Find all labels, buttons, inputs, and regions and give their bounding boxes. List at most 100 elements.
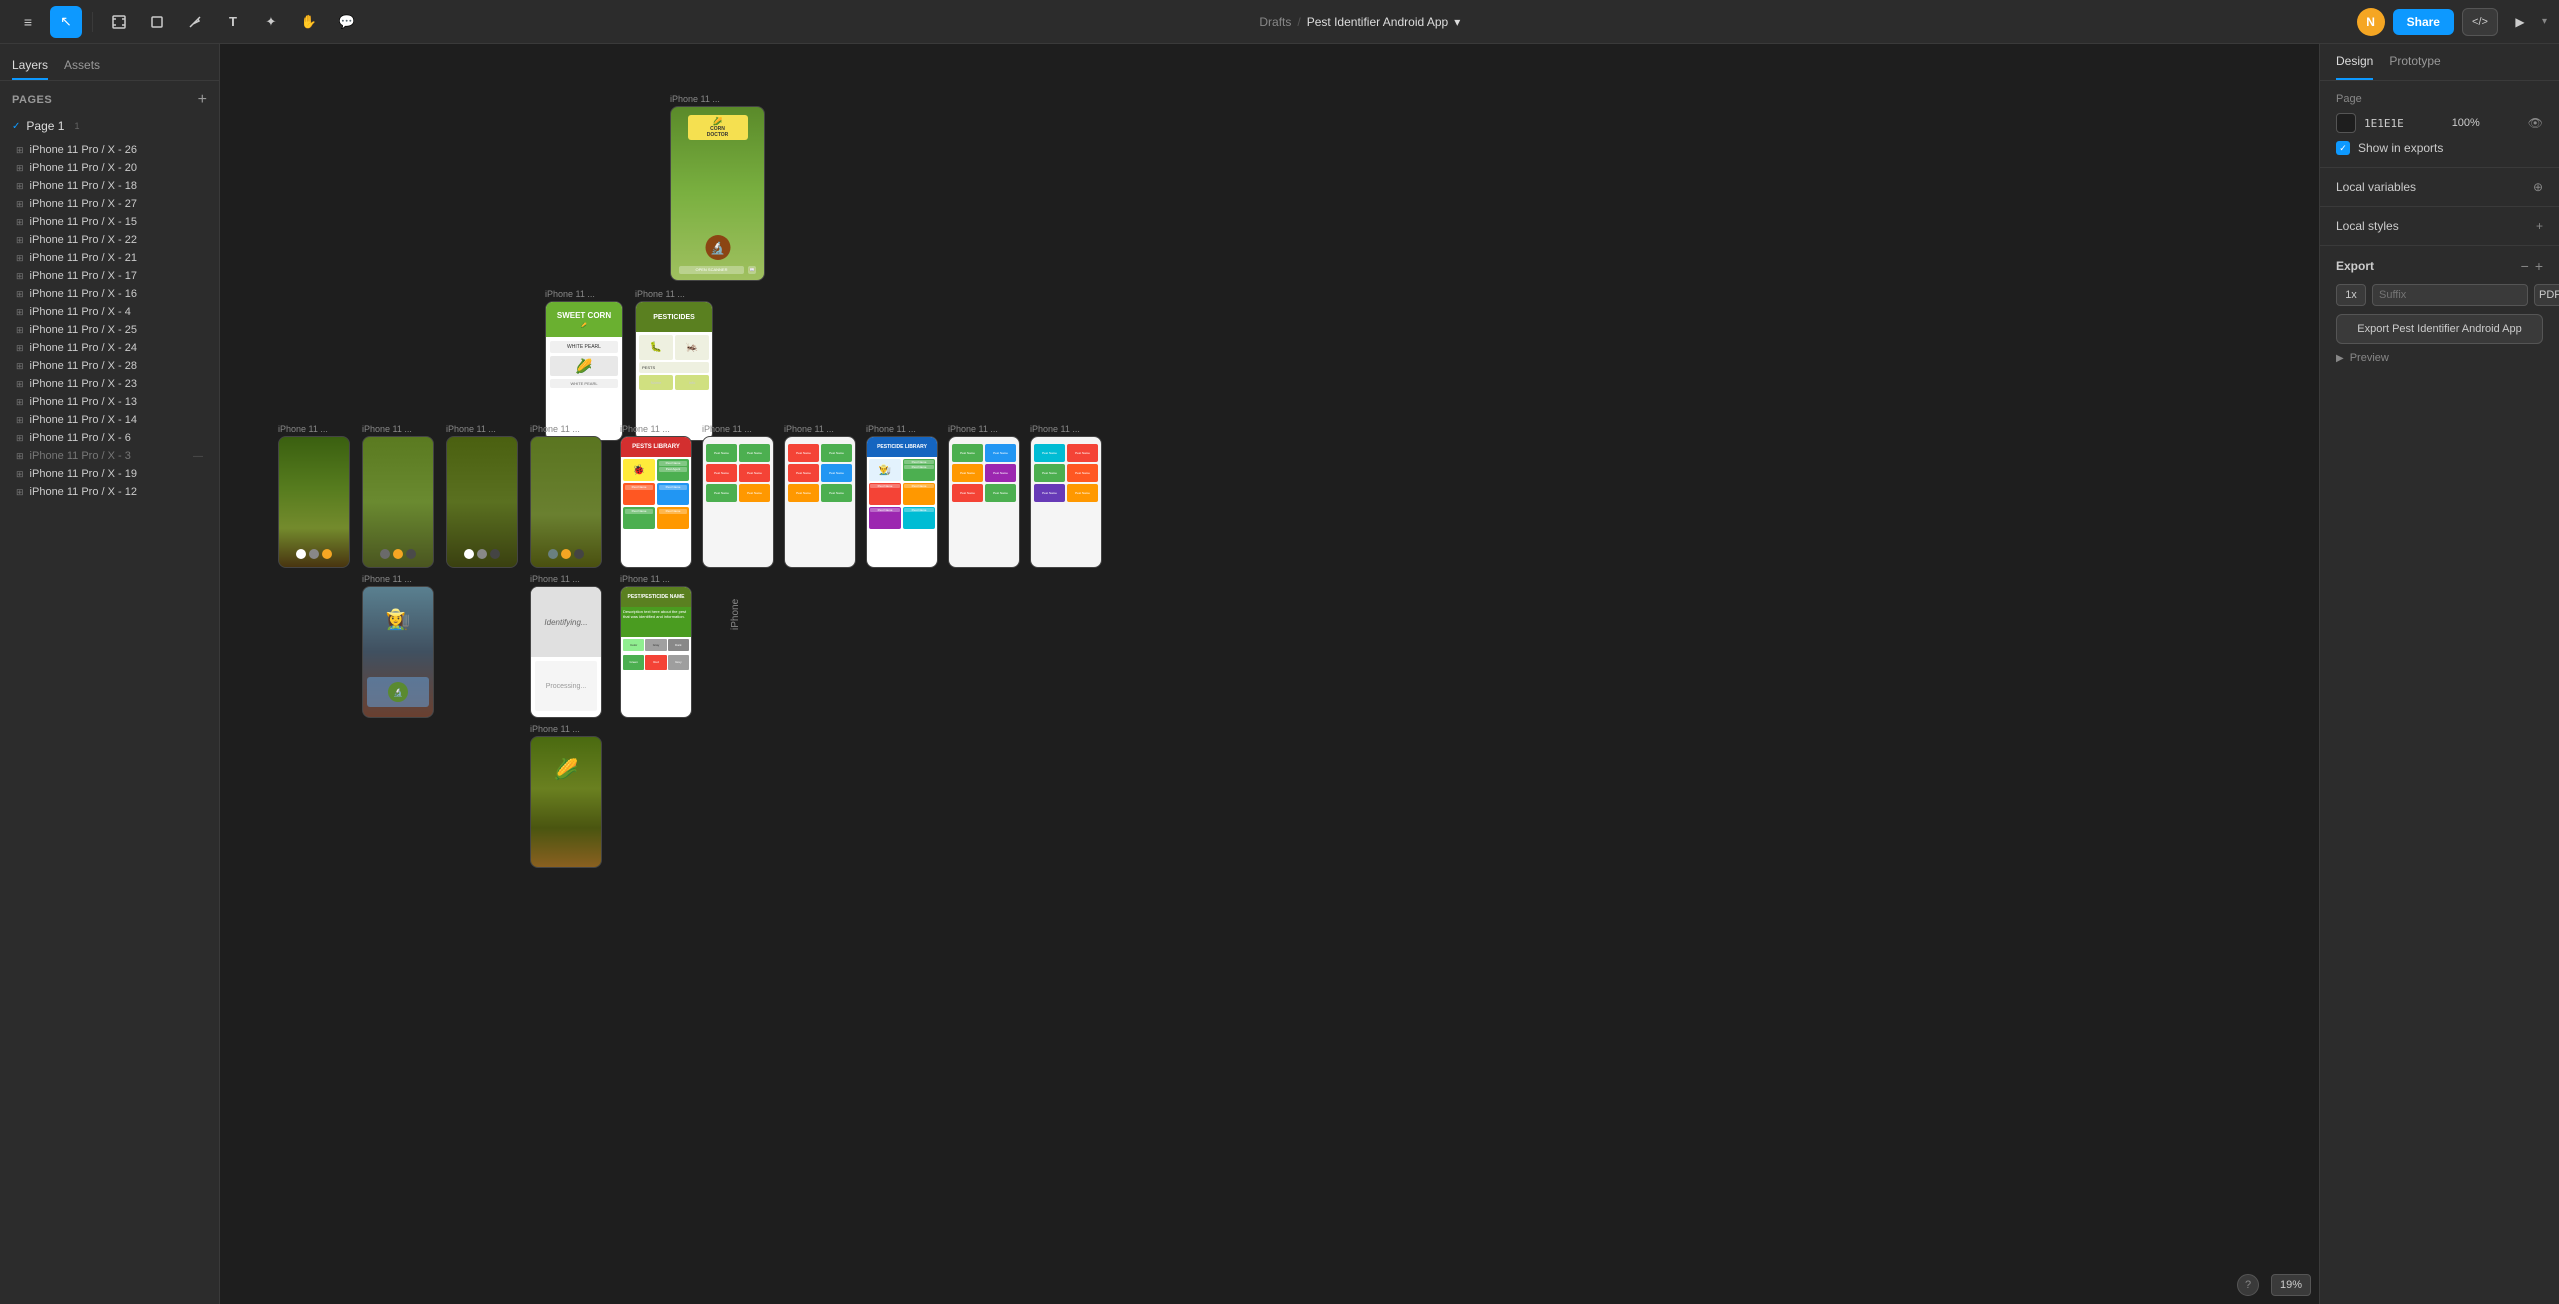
layer-item[interactable]: ⊞ iPhone 11 Pro / X - 28 <box>4 357 215 375</box>
layer-item[interactable]: ⊞ iPhone 11 Pro / X - 17 <box>4 267 215 285</box>
layer-item[interactable]: ⊞ iPhone 11 Pro / X - 22 <box>4 231 215 249</box>
frame-label: iPhone 11 ... <box>545 289 595 299</box>
frame-photo-2[interactable]: iPhone 11 ... <box>362 424 434 568</box>
zoom-indicator[interactable]: 19% <box>2271 1274 2311 1296</box>
frame-main[interactable]: iPhone 11 ... 🌽 CORN DOCTOR 🔬 OPEN SCANN… <box>670 94 765 281</box>
tab-assets[interactable]: Assets <box>64 52 100 80</box>
comment-tool[interactable]: 💬 <box>331 6 363 38</box>
text-tool[interactable]: T <box>217 6 249 38</box>
export-minus-button[interactable]: − <box>2521 258 2529 274</box>
frame-pest-detail[interactable]: iPhone 11 ... PEST/PESTICIDE NAME Descri… <box>620 574 692 718</box>
frame-icon: ⊞ <box>16 217 24 228</box>
frame-photo-1[interactable]: iPhone 11 ... <box>278 424 350 568</box>
layer-item[interactable]: ⊞ iPhone 11 Pro / X - 4 <box>4 303 215 321</box>
export-button[interactable]: Export Pest Identifier Android App <box>2336 314 2543 344</box>
layer-item[interactable]: ⊞ iPhone 11 Pro / X - 19 <box>4 465 215 483</box>
layer-item[interactable]: ⊞ iPhone 11 Pro / X - 12 <box>4 483 215 501</box>
layer-name: iPhone 11 Pro / X - 20 <box>30 162 137 174</box>
frame-iphone-label[interactable]: iPhone <box>730 574 741 656</box>
project-dropdown[interactable]: ▾ <box>1454 15 1460 29</box>
frame-pesticides[interactable]: iPhone 11 ... PESTICIDES 🐛 🦗 PESTS Name <box>635 289 713 441</box>
toolbar-right: N Share </> ▶ ▾ <box>2357 8 2547 36</box>
frame-cornstalk[interactable]: iPhone 11 ... 🌽 <box>530 724 602 868</box>
share-button[interactable]: Share <box>2393 9 2454 35</box>
frame-pest-grid2[interactable]: iPhone 11 ... Pest Name Pest Name Pest N… <box>948 424 1020 568</box>
frame-photo-4[interactable]: iPhone 11 ... <box>530 424 602 568</box>
export-format-input[interactable] <box>2534 284 2559 306</box>
local-variables-button[interactable]: ⊕ <box>2533 180 2543 194</box>
layer-item[interactable]: ⊞ iPhone 11 Pro / X - 6 <box>4 429 215 447</box>
toolbar-center: Drafts / Pest Identifier Android App ▾ <box>371 15 2349 29</box>
shapes-tool[interactable] <box>141 6 173 38</box>
page-item-1[interactable]: ✓ Page 1 1 <box>0 115 219 137</box>
layer-item[interactable]: ⊞ iPhone 11 Pro / X - 20 <box>4 159 215 177</box>
code-button[interactable]: </> <box>2462 8 2498 36</box>
show-in-exports-row: ✓ Show in exports <box>2336 141 2543 155</box>
layer-name: iPhone 11 Pro / X - 24 <box>30 342 137 354</box>
layer-item[interactable]: ⊞ iPhone 11 Pro / X - 16 <box>4 285 215 303</box>
toolbar-left: ≡ ↖ T ✦ ✋ 💬 <box>12 6 363 38</box>
tab-prototype[interactable]: Prototype <box>2389 44 2440 80</box>
frame-green-grid[interactable]: iPhone 11 ... Pest Name Pest Name Pest N… <box>702 424 774 568</box>
layer-item[interactable]: ⊞ iPhone 11 Pro / X - 25 <box>4 321 215 339</box>
export-suffix-input[interactable] <box>2372 284 2528 306</box>
breadcrumb-drafts[interactable]: Drafts <box>1259 15 1291 29</box>
frame-photo-person[interactable]: iPhone 11 ... 👩‍🌾 🔬 <box>362 574 434 718</box>
frame-icon: ⊞ <box>16 397 24 408</box>
page-name: Page 1 <box>26 119 64 133</box>
layer-item[interactable]: ⊞ iPhone 11 Pro / X - 18 <box>4 177 215 195</box>
layer-item[interactable]: ⊞ iPhone 11 Pro / X - 13 <box>4 393 215 411</box>
layer-name: iPhone 11 Pro / X - 22 <box>30 234 137 246</box>
breadcrumb: Drafts / Pest Identifier Android App ▾ <box>1259 15 1460 29</box>
frame-sweet-corn[interactable]: iPhone 11 ... SWEET CORN🌽 WHITE PEARL 🌽 … <box>545 289 623 441</box>
layer-item-muted[interactable]: ⊞ iPhone 11 Pro / X - 3 — <box>4 447 215 465</box>
frame-label: iPhone 11 ... <box>702 424 752 434</box>
frame-icon: ⊞ <box>16 469 24 480</box>
show-exports-checkbox[interactable]: ✓ <box>2336 141 2350 155</box>
play-dropdown[interactable]: ▾ <box>2542 16 2547 27</box>
preview-row[interactable]: ▶ Preview <box>2336 352 2543 364</box>
export-scale-input[interactable] <box>2336 284 2366 306</box>
frame-label: iPhone 11 ... <box>1030 424 1080 434</box>
visibility-toggle[interactable]: 👁 <box>2528 116 2543 130</box>
frame-red-grid[interactable]: iPhone 11 ... Pest Name Pest Name Pest N… <box>784 424 856 568</box>
select-tool[interactable]: ↖ <box>50 6 82 38</box>
frame-content <box>446 436 518 568</box>
frame-pesticide-lib2[interactable]: iPhone 11 ... PESTICIDE LIBRARY 👨‍🌾 Pest… <box>866 424 938 568</box>
frame-photo-3[interactable]: iPhone 11 ... <box>446 424 518 568</box>
frame-content: Pest Name Pest Name Pest Name Pest Name … <box>1030 436 1102 568</box>
help-button[interactable]: ? <box>2237 1274 2259 1296</box>
layer-item[interactable]: ⊞ iPhone 11 Pro / X - 26 <box>4 141 215 159</box>
frame-label: iPhone 11 ... <box>670 94 720 104</box>
frame-content: 👩‍🌾 🔬 <box>362 586 434 718</box>
layer-item[interactable]: ⊞ iPhone 11 Pro / X - 23 <box>4 375 215 393</box>
avatar: N <box>2357 8 2385 36</box>
frame-pest-grid3[interactable]: iPhone 11 ... Pest Name Pest Name Pest N… <box>1030 424 1102 568</box>
frame-scanning[interactable]: iPhone 11 ... Identifying... Processing.… <box>530 574 602 718</box>
layer-item[interactable]: ⊞ iPhone 11 Pro / X - 14 <box>4 411 215 429</box>
canvas[interactable]: iPhone 11 ... 🌽 CORN DOCTOR 🔬 OPEN SCANN… <box>220 44 2319 1304</box>
frame-icon: ⊞ <box>16 181 24 192</box>
layer-item[interactable]: ⊞ iPhone 11 Pro / X - 24 <box>4 339 215 357</box>
play-button[interactable]: ▶ <box>2506 8 2534 36</box>
pen-tool[interactable] <box>179 6 211 38</box>
components-tool[interactable]: ✦ <box>255 6 287 38</box>
tab-design[interactable]: Design <box>2336 44 2373 80</box>
page-color-swatch[interactable] <box>2336 113 2356 133</box>
layer-item[interactable]: ⊞ iPhone 11 Pro / X - 27 <box>4 195 215 213</box>
layer-name: iPhone 11 Pro / X - 21 <box>30 252 137 264</box>
preview-expand-icon: ▶ <box>2336 353 2344 364</box>
layer-item[interactable]: ⊞ iPhone 11 Pro / X - 15 <box>4 213 215 231</box>
hand-tool[interactable]: ✋ <box>293 6 325 38</box>
export-plus-button[interactable]: + <box>2535 258 2543 274</box>
main-menu-button[interactable]: ≡ <box>12 6 44 38</box>
add-page-button[interactable]: + <box>198 91 207 109</box>
tab-layers[interactable]: Layers <box>12 52 48 80</box>
layer-name: iPhone 11 Pro / X - 14 <box>30 414 137 426</box>
left-panel-tabs: Layers Assets <box>0 44 219 81</box>
add-style-button[interactable]: + <box>2536 219 2543 233</box>
frame-pest-library[interactable]: iPhone 11 ... PESTS LIBRARY 🐞 Pest Name … <box>620 424 692 568</box>
frame-tool[interactable] <box>103 6 135 38</box>
frame-label: iPhone 11 ... <box>866 424 916 434</box>
layer-item[interactable]: ⊞ iPhone 11 Pro / X - 21 <box>4 249 215 267</box>
